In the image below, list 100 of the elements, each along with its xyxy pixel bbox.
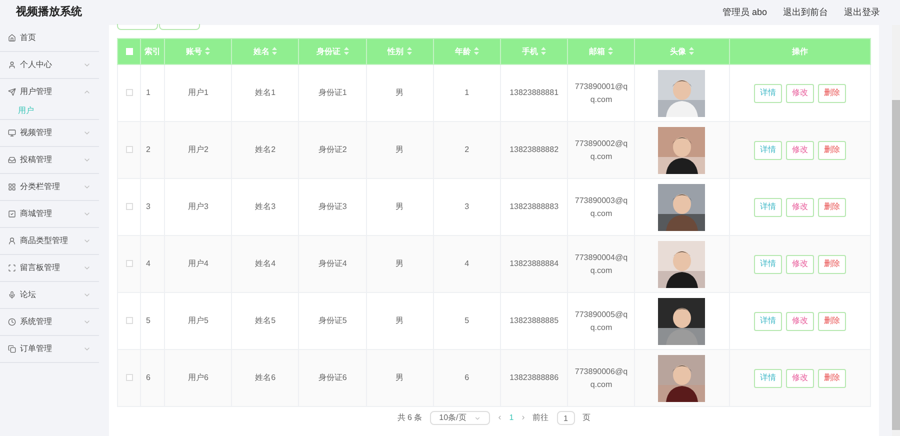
table-cell: 13823888885: [510, 316, 559, 325]
delete-button[interactable]: 删除: [818, 254, 846, 274]
table-cell: 773890006@qq.com: [574, 367, 628, 389]
delete-button[interactable]: 删除: [818, 368, 846, 388]
sidebar-item[interactable]: 订单管理: [0, 336, 99, 362]
table-cell: 身份证3: [318, 202, 347, 211]
edit-button[interactable]: 修改: [786, 198, 814, 216]
table-cell: 3: [146, 202, 150, 211]
header-link[interactable]: 退出到前台: [783, 6, 828, 20]
edit-button[interactable]: 修改: [786, 368, 814, 388]
table-cell: 13823888884: [510, 259, 559, 268]
chevron-icon: [83, 237, 91, 245]
sidebar-item[interactable]: 投稿管理: [0, 147, 99, 173]
details-button[interactable]: 详情: [754, 140, 782, 160]
table-cell: 姓名2: [255, 145, 276, 154]
sort-icon: [205, 47, 210, 56]
sort-icon: [272, 47, 278, 56]
table-cell: 姓名5: [255, 316, 276, 325]
table-cell: 13823888883: [510, 202, 559, 211]
delete-button[interactable]: 删除: [818, 312, 846, 330]
chevron-icon: [83, 264, 91, 272]
sort-icon: [344, 47, 349, 56]
header-link[interactable]: 退出登录: [844, 6, 880, 20]
table-cell: 男: [396, 145, 404, 154]
table-cell: 6: [464, 373, 470, 382]
prev-page-button[interactable]: ‹: [498, 411, 502, 425]
edit-button[interactable]: 修改: [786, 84, 814, 102]
goto-page-field[interactable]: 1: [556, 411, 575, 425]
table-cell: 13823888886: [510, 373, 559, 382]
details-button[interactable]: 详情: [754, 368, 782, 388]
table-cell: 1: [146, 88, 150, 97]
table-cell: 姓名4: [255, 259, 276, 268]
table-cell: 男: [396, 316, 404, 325]
toolbar-button[interactable]: [117, 24, 158, 30]
sidebar-item[interactable]: 商城管理: [0, 201, 99, 227]
table-cell: 身份证1: [318, 88, 347, 97]
row-checkbox[interactable]: [126, 374, 133, 382]
chevron-icon: [83, 183, 91, 191]
sidebar-item[interactable]: 首页: [0, 25, 99, 51]
details-button[interactable]: 详情: [754, 198, 782, 216]
row-checkbox[interactable]: [126, 260, 133, 268]
table-cell: 2: [146, 145, 150, 154]
sidebar-item[interactable]: 商品类型管理: [0, 228, 99, 254]
sort-icon: [608, 47, 614, 56]
table-cell: 用户6: [188, 373, 208, 382]
total-count: 共 6 条: [397, 412, 422, 424]
table-cell: 男: [396, 202, 404, 211]
sidebar-item[interactable]: 视频管理: [0, 120, 99, 146]
table-cell: 用户5: [188, 316, 208, 325]
table-cell: 用户4: [188, 259, 208, 268]
details-button[interactable]: 详情: [754, 312, 782, 330]
sidebar-item[interactable]: 用户管理: [0, 79, 99, 105]
sidebar-item[interactable]: 论坛: [0, 282, 99, 308]
chevron-icon: [83, 318, 91, 326]
sidebar-item[interactable]: 留言板管理: [0, 255, 99, 281]
table-cell: 1: [464, 88, 470, 97]
edit-button[interactable]: 修改: [786, 254, 814, 274]
next-page-button[interactable]: ›: [522, 411, 525, 425]
sidebar-subitem[interactable]: 用户: [0, 105, 99, 119]
table-cell: 用户3: [188, 202, 208, 211]
sort-icon: [688, 47, 694, 56]
row-checkbox[interactable]: [126, 203, 133, 210]
row-checkbox[interactable]: [126, 146, 133, 154]
chevron-icon: [83, 61, 91, 69]
table-cell: 4: [464, 259, 470, 268]
page-number[interactable]: 1: [509, 412, 514, 424]
row-checkbox[interactable]: [126, 89, 133, 96]
chevron-icon: [474, 414, 482, 422]
table-cell: 5: [464, 316, 470, 325]
delete-button[interactable]: 删除: [818, 198, 846, 216]
header-link[interactable]: 管理员 abo: [722, 6, 767, 20]
row-checkbox[interactable]: [126, 317, 133, 324]
toolbar-button[interactable]: [159, 24, 200, 30]
sidebar-item[interactable]: 分类栏管理: [0, 174, 99, 200]
goto-label: 前往: [532, 412, 549, 424]
sort-icon: [406, 47, 412, 56]
microphone-icon: [8, 291, 16, 299]
home-icon: [8, 34, 16, 42]
table-cell: 男: [396, 88, 404, 97]
chevron-icon: [83, 345, 91, 353]
table-cell: 13823888882: [510, 145, 559, 154]
edit-button[interactable]: 修改: [786, 312, 814, 330]
scrollbar-thumb[interactable]: [892, 100, 900, 430]
sidebar-item[interactable]: 系统管理: [0, 309, 99, 335]
chevron-icon: [83, 210, 91, 218]
table-cell: 身份证2: [318, 145, 347, 154]
inbox-icon: [8, 156, 16, 164]
sidebar-item[interactable]: 个人中心: [0, 52, 99, 78]
table-cell: 6: [146, 373, 150, 382]
user-icon: [8, 61, 16, 69]
page-size-select[interactable]: 10条/页: [430, 411, 490, 425]
delete-button[interactable]: 删除: [818, 140, 846, 160]
grid-icon: [8, 183, 16, 191]
table-cell: 773890004@qq.com: [574, 253, 628, 275]
table-cell: 姓名1: [255, 88, 276, 97]
edit-button[interactable]: 修改: [786, 140, 814, 160]
details-button[interactable]: 详情: [754, 84, 782, 102]
details-button[interactable]: 详情: [754, 254, 782, 274]
table-cell: 773890001@qq.com: [574, 82, 628, 104]
delete-button[interactable]: 删除: [818, 84, 846, 102]
